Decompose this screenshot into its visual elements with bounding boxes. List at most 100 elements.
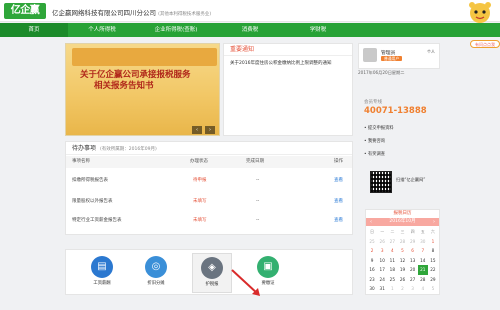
calendar-day[interactable]: 2 [367, 246, 377, 256]
calendar-day[interactable]: 1 [428, 237, 438, 247]
calendar-day[interactable]: 23 [367, 275, 377, 285]
link-submit-materials[interactable]: • 提交申报资料 [364, 125, 394, 131]
calendar-day[interactable]: 24 [377, 275, 387, 285]
calendar-day[interactable]: 30 [367, 284, 377, 294]
todo-title: 待办事项 [72, 145, 97, 152]
calendar-day[interactable]: 27 [387, 237, 397, 247]
calendar-weekday: 六 [431, 229, 435, 234]
calendar-day[interactable]: 12 [397, 256, 407, 266]
notice-title: 重要通知 [224, 44, 352, 56]
calendar-day[interactable]: 21 [417, 265, 428, 275]
calendar-day[interactable]: 14 [418, 256, 428, 266]
calendar-grid: 日一二三四五六 25 26 27 28 29 30 1 2 3 4 5 6 7 8 9 10 11 12 13 14 15… [366, 226, 439, 295]
calendar-day[interactable]: 1 [387, 284, 397, 294]
notice-item[interactable]: 关于2016年度住房公积金缴纳比例上限调整的通知 [230, 60, 352, 66]
banner-line-2: 相关报务告知书 [94, 81, 154, 91]
avatar[interactable] [363, 48, 377, 62]
calendar-month-bar: ‹ 2016年10月 › [366, 218, 439, 226]
table-row: 扣缴所得税报告表 待申报 -- 查看 [66, 175, 352, 187]
calendar-next-icon[interactable]: › [433, 218, 435, 226]
row-view-link[interactable]: 查看 [334, 196, 343, 208]
help-badge[interactable]: 有问点点我 [470, 40, 500, 48]
calendar-day[interactable]: 9 [367, 256, 377, 266]
calendar-day[interactable]: 30 [418, 237, 428, 247]
user-center-link[interactable]: 个人 [427, 49, 435, 55]
calendar-day[interactable]: 15 [428, 256, 438, 266]
quick-tiles: ▤ 工资薪酬 ◎ 折旧分摊 ◈ 护税报 ▣ 要缴证 [65, 249, 353, 295]
link-survey[interactable]: • 有奖调查 [364, 151, 385, 157]
calendar-day[interactable]: 29 [408, 237, 418, 247]
nav-corporate-tax[interactable]: 企业所得税(查账) [136, 23, 216, 37]
calendar-day[interactable]: 6 [408, 246, 418, 256]
calendar-day[interactable]: 18 [387, 265, 397, 275]
calendar-day[interactable]: 8 [428, 246, 438, 256]
calendar-day[interactable]: 28 [418, 275, 428, 285]
calendar-day[interactable]: 31 [377, 284, 387, 294]
row-date: -- [256, 178, 260, 183]
row-date: -- [256, 218, 260, 223]
calendar-day[interactable]: 4 [418, 284, 428, 294]
banner-next-icon[interactable]: › [205, 126, 215, 134]
table-row: 特定行业工资薪金报告表 未填写 -- 查看 [66, 215, 352, 227]
tile-tax-report[interactable]: ◈ 护税报 [192, 253, 232, 293]
banner-ribbon [72, 48, 217, 66]
banner-prev-icon[interactable]: ‹ [192, 126, 202, 134]
calendar-day[interactable]: 25 [367, 237, 377, 247]
header: 亿企赢 亿企赢网络科技有限公司四川分公司 (其他本利得税技术服务业) [0, 0, 500, 23]
tile-depreciation[interactable]: ◎ 折旧分摊 [136, 253, 176, 293]
calendar-day[interactable]: 19 [397, 265, 407, 275]
calendar-weekday: 三 [400, 229, 405, 234]
row-name: 限量股权以外报告表 [72, 199, 113, 204]
calendar-day[interactable]: 5 [397, 246, 407, 256]
row-view-link[interactable]: 查看 [334, 215, 343, 227]
row-status: 未填写 [193, 218, 207, 223]
qr-code [370, 171, 392, 193]
calendar-weekday: 四 [410, 229, 415, 234]
calendar-day[interactable]: 3 [377, 246, 387, 256]
calendar-weekday: 二 [390, 229, 395, 234]
calendar-day[interactable]: 26 [377, 237, 387, 247]
col-status: 办理状态 [190, 159, 208, 164]
link-consult[interactable]: • 我要咨询 [364, 138, 385, 144]
banner-text: 关于亿企赢公司承接报税服务 相关报务告知书 [80, 70, 191, 92]
row-name: 扣缴所得税报告表 [72, 178, 108, 183]
layers-icon: ◈ [201, 257, 223, 279]
calendar-day[interactable]: 17 [377, 265, 387, 275]
row-name: 特定行业工资薪金报告表 [72, 218, 122, 223]
calendar-day[interactable]: 7 [418, 246, 428, 256]
todo-subtitle: (有效所属期：2016年09月) [100, 147, 157, 152]
calendar-prev-icon[interactable]: ‹ [370, 218, 372, 226]
promo-banner[interactable]: 关于亿企赢公司承接报税服务 相关报务告知书 ‹ › [65, 43, 220, 136]
row-view-link[interactable]: 查看 [334, 175, 343, 187]
calendar-day[interactable]: 5 [428, 284, 438, 294]
col-date: 完成日期 [246, 159, 264, 164]
calendar-day[interactable]: 10 [377, 256, 387, 266]
calendar-day[interactable]: 29 [428, 275, 438, 285]
nav-home[interactable]: 首页 [0, 23, 68, 37]
calendar-day[interactable]: 25 [387, 275, 397, 285]
col-action: 操作 [334, 159, 343, 164]
calendar-day[interactable]: 20 [408, 265, 418, 275]
calendar-day[interactable]: 3 [408, 284, 418, 294]
calendar-day[interactable]: 26 [397, 275, 407, 285]
nav-personal-tax[interactable]: 个人所得税 [68, 23, 136, 37]
calendar-day[interactable]: 11 [387, 256, 397, 266]
app-page: 亿企赢 亿企赢网络科技有限公司四川分公司 (其他本利得税技术服务业) 有问点点我… [0, 0, 500, 310]
tile-label: 护税报 [205, 282, 219, 287]
nav-learn-tax[interactable]: 学财税 [284, 23, 352, 37]
calendar-day[interactable]: 28 [397, 237, 407, 247]
company-name: 亿企赢网络科技有限公司四川分公司 (其他本利得税技术服务业) [52, 7, 211, 17]
calendar-day[interactable]: 2 [397, 284, 407, 294]
calendar-day[interactable]: 13 [408, 256, 418, 266]
calendar-day[interactable]: 4 [387, 246, 397, 256]
calendar-day[interactable]: 16 [367, 265, 377, 275]
nav-consumption-tax[interactable]: 消费税 [216, 23, 284, 37]
calendar-title: 报税日历 [366, 210, 439, 218]
calendar-day[interactable]: 22 [428, 265, 438, 275]
logo[interactable]: 亿企赢 [4, 3, 46, 19]
company-note: (其他本利得税技术服务业) [158, 12, 212, 17]
calendar-day[interactable]: 27 [408, 275, 418, 285]
row-status: 待申报 [193, 178, 207, 183]
tile-salary[interactable]: ▤ 工资薪酬 [82, 253, 122, 293]
main-nav: 首页 个人所得税 企业所得税(查账) 消费税 学财税 [0, 23, 500, 37]
